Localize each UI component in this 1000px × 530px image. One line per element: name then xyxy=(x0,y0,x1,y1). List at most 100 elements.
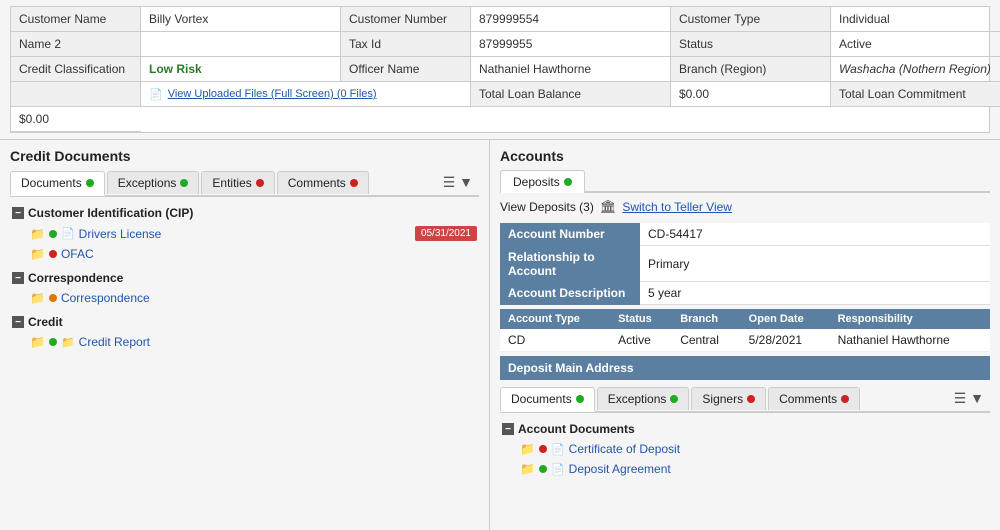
correspondence-header[interactable]: − Correspondence xyxy=(10,268,479,288)
file-upload-link[interactable]: 📄 View Uploaded Files (Full Screen) (0 F… xyxy=(141,82,471,107)
drivers-license-label[interactable]: Drivers License xyxy=(79,227,162,241)
customer-type-label: Customer Type xyxy=(671,7,831,32)
account-documents-label: Documents xyxy=(511,392,572,406)
deposits-tab-bar: Deposits xyxy=(500,170,990,193)
account-tab-comments[interactable]: Comments xyxy=(768,387,860,410)
officer-label: Officer Name xyxy=(341,57,471,82)
correspondence-group-label: Correspondence xyxy=(28,271,123,285)
tab-exceptions[interactable]: Exceptions xyxy=(107,171,200,194)
correspondence-dot xyxy=(49,294,57,302)
spacer-label xyxy=(11,82,141,107)
col-account-type: Account Type xyxy=(500,309,610,329)
folder-icon-6: 📁 xyxy=(520,462,535,476)
correspondence-collapse-icon[interactable]: − xyxy=(12,272,24,284)
documents-label: Documents xyxy=(21,176,82,190)
cip-collapse-icon[interactable]: − xyxy=(12,207,24,219)
view-deposits-text: View Deposits (3) xyxy=(500,200,594,214)
credit-group-label: Credit xyxy=(28,315,63,329)
account-exceptions-label: Exceptions xyxy=(608,392,667,406)
comments-label: Comments xyxy=(288,176,346,190)
tab-comments[interactable]: Comments xyxy=(277,171,369,194)
view-bar: View Deposits (3) 🏛 Switch to Teller Vie… xyxy=(500,199,990,215)
taxid-value: 87999955 xyxy=(471,32,671,57)
tab-entities[interactable]: Entities xyxy=(201,171,274,194)
account-tab-documents[interactable]: Documents xyxy=(500,387,595,412)
documents-dot xyxy=(86,179,94,187)
col-status: Status xyxy=(610,309,672,329)
account-type-data-row: CD Active Central 5/28/2021 Nathaniel Ha… xyxy=(500,329,990,352)
deposit-agreement-label[interactable]: Deposit Agreement xyxy=(569,462,671,476)
commitment-label: Total Loan Commitment xyxy=(831,82,1000,107)
tree-group-correspondence: − Correspondence 📁 Correspondence xyxy=(10,268,479,308)
ofac-item: 📁 OFAC xyxy=(10,244,479,264)
exceptions-label: Exceptions xyxy=(118,176,177,190)
account-tab-exceptions[interactable]: Exceptions xyxy=(597,387,690,410)
account-docs-collapse-icon[interactable]: − xyxy=(502,423,514,435)
accounts-panel: Accounts Deposits View Deposits (3) 🏛 Sw… xyxy=(490,140,1000,530)
account-docs-header[interactable]: − Account Documents xyxy=(500,419,990,439)
commitment-value: $0.00 xyxy=(11,107,141,132)
account-menu-icon[interactable]: ☰ ▼ xyxy=(948,386,990,411)
tab-documents[interactable]: Documents xyxy=(10,171,105,196)
credit-report-dot xyxy=(49,338,57,346)
account-desc-row: Account Description 5 year xyxy=(500,282,990,305)
account-branch-value: Central xyxy=(672,329,740,352)
credit-collapse-icon[interactable]: − xyxy=(12,316,24,328)
deposits-tab[interactable]: Deposits xyxy=(500,170,585,193)
exceptions-dot xyxy=(180,179,188,187)
cip-label: Customer Identification (CIP) xyxy=(28,206,193,220)
folder-icon-1: 📁 xyxy=(30,227,45,241)
account-responsibility-value: Nathaniel Hawthorne xyxy=(830,329,990,352)
customer-info-section: Customer Name Billy Vortex Customer Numb… xyxy=(0,0,1000,140)
account-desc-value: 5 year xyxy=(640,282,990,305)
drivers-date-badge: 05/31/2021 xyxy=(415,226,477,241)
deposits-tab-dot xyxy=(564,178,572,186)
correspondence-item: 📁 Correspondence xyxy=(10,288,479,308)
account-number-label: Account Number xyxy=(500,223,640,246)
folder-icon-4: 📁 xyxy=(30,335,45,349)
drivers-license-item: 📁 📄 Drivers License 05/31/2021 xyxy=(10,223,479,244)
account-open-date-value: 5/28/2021 xyxy=(741,329,830,352)
customer-name-label: Customer Name xyxy=(11,7,141,32)
account-tab-signers[interactable]: Signers xyxy=(691,387,766,410)
account-documents-dot xyxy=(576,395,584,403)
account-comments-dot xyxy=(841,395,849,403)
account-info-table: Account Number CD-54417 Relationship to … xyxy=(500,223,990,305)
deposit-agreement-item: 📁 📄 Deposit Agreement xyxy=(500,459,990,479)
relationship-label: Relationship to Account xyxy=(500,246,640,282)
relationship-value: Primary xyxy=(640,246,990,282)
document-tree: − Customer Identification (CIP) 📁 📄 Driv… xyxy=(10,203,479,352)
credit-report-item: 📁 📁 Credit Report xyxy=(10,332,479,352)
ofac-label[interactable]: OFAC xyxy=(61,247,94,261)
doc-icon-4: 📄 xyxy=(551,463,565,476)
ofac-dot xyxy=(49,250,57,258)
account-number-row: Account Number CD-54417 xyxy=(500,223,990,246)
credit-header[interactable]: − Credit xyxy=(10,312,479,332)
folder-icon-5: 📁 xyxy=(520,442,535,456)
account-documents-tree: − Account Documents 📁 📄 Certificate of D… xyxy=(500,419,990,479)
account-type-table: Account Type Status Branch Open Date Res… xyxy=(500,309,990,352)
certificate-label[interactable]: Certificate of Deposit xyxy=(569,442,680,456)
customer-name-value: Billy Vortex xyxy=(141,7,341,32)
account-number-value: CD-54417 xyxy=(640,223,990,246)
cert-dot xyxy=(539,445,547,453)
name2-label: Name 2 xyxy=(11,32,141,57)
col-responsibility: Responsibility xyxy=(830,309,990,329)
drivers-dot xyxy=(49,230,57,238)
col-open-date: Open Date xyxy=(741,309,830,329)
credit-value: Low Risk xyxy=(141,57,341,82)
file-link-text[interactable]: View Uploaded Files (Full Screen) (0 Fil… xyxy=(168,88,377,100)
taxid-label: Tax Id xyxy=(341,32,471,57)
account-docs-title: Account Documents xyxy=(518,422,635,436)
loan-value: $0.00 xyxy=(671,82,831,107)
docs-menu-icon[interactable]: ☰ ▼ xyxy=(437,170,479,195)
credit-report-label[interactable]: Credit Report xyxy=(79,335,150,349)
teller-icon: 🏛 xyxy=(600,199,617,215)
switch-teller-link[interactable]: Switch to Teller View xyxy=(622,200,732,214)
account-signers-dot xyxy=(747,395,755,403)
accounts-title: Accounts xyxy=(500,148,990,164)
status-value: Active xyxy=(831,32,1000,57)
cip-header[interactable]: − Customer Identification (CIP) xyxy=(10,203,479,223)
deposits-tab-label: Deposits xyxy=(513,175,560,189)
correspondence-label[interactable]: Correspondence xyxy=(61,291,150,305)
